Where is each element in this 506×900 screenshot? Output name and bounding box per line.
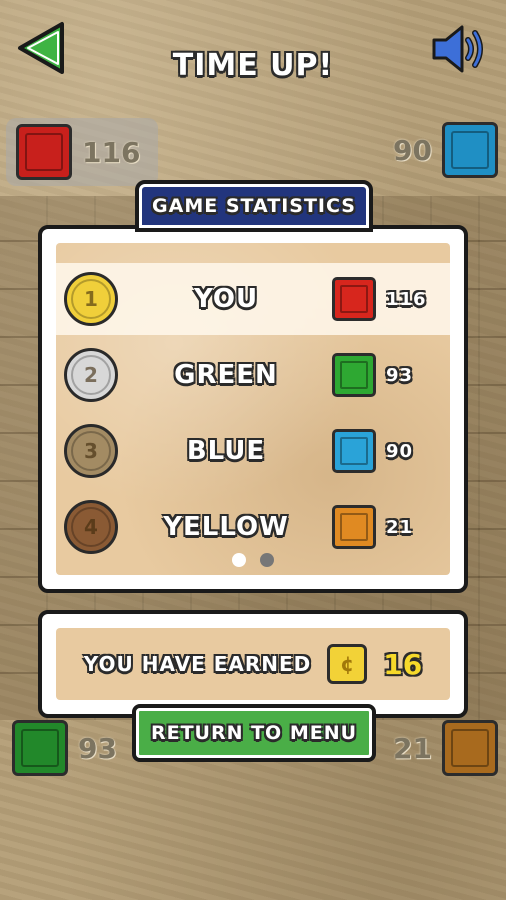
orange-gem-icon	[442, 720, 498, 776]
statistics-list: 1 YOU 116 2 GREEN 93 3 BLUE 90 4 YELLOW …	[56, 243, 450, 575]
player-name: GREEN	[174, 360, 278, 390]
bronze-medal-icon: 3	[64, 424, 118, 478]
player-score: 21	[386, 516, 414, 538]
green-gem-icon	[12, 720, 68, 776]
red-gem-icon	[16, 124, 72, 180]
list-item: 1 YOU 116	[56, 263, 450, 335]
player-score: 90	[386, 440, 414, 462]
orange-gem-icon	[332, 505, 376, 549]
score-value: 116	[82, 135, 141, 169]
page-dot[interactable]	[260, 553, 274, 567]
gold-medal-icon: 1	[64, 272, 118, 326]
earned-amount: 16	[383, 647, 423, 681]
player-score: 93	[386, 364, 414, 386]
page-dot-active[interactable]	[232, 553, 246, 567]
silver-medal-icon: 2	[64, 348, 118, 402]
return-to-menu-button[interactable]: RETURN TO MENU	[132, 704, 376, 762]
player-score-bottom-left: 93	[12, 720, 117, 776]
score-value: 90	[393, 133, 432, 167]
player-name: YOU	[193, 284, 259, 314]
player-score-bottom-right: 21	[393, 720, 498, 776]
player-score: 116	[386, 288, 427, 310]
page-indicator	[56, 553, 450, 567]
red-gem-icon	[332, 277, 376, 321]
green-gem-icon	[332, 353, 376, 397]
score-value: 93	[78, 731, 117, 765]
player-score-top-right: 90	[393, 122, 498, 178]
player-name: YELLOW	[163, 512, 289, 542]
blue-gem-icon	[332, 429, 376, 473]
player-name: BLUE	[186, 436, 266, 466]
player-score-top-left: 116	[6, 118, 158, 186]
sound-button[interactable]	[430, 22, 492, 76]
score-value: 21	[393, 731, 432, 765]
brown-medal-icon: 4	[64, 500, 118, 554]
game-statistics-panel: 1 YOU 116 2 GREEN 93 3 BLUE 90 4 YELLOW …	[38, 225, 468, 593]
speaker-icon	[432, 25, 483, 73]
earned-panel: YOU HAVE EARNED ¢ 16	[38, 610, 468, 718]
earned-label: YOU HAVE EARNED	[83, 652, 312, 676]
blue-gem-icon	[442, 122, 498, 178]
game-statistics-title: GAME STATISTICS	[135, 180, 373, 232]
coin-icon: ¢	[327, 644, 368, 684]
list-item: 2 GREEN 93	[56, 339, 450, 411]
list-item: 3 BLUE 90	[56, 415, 450, 487]
